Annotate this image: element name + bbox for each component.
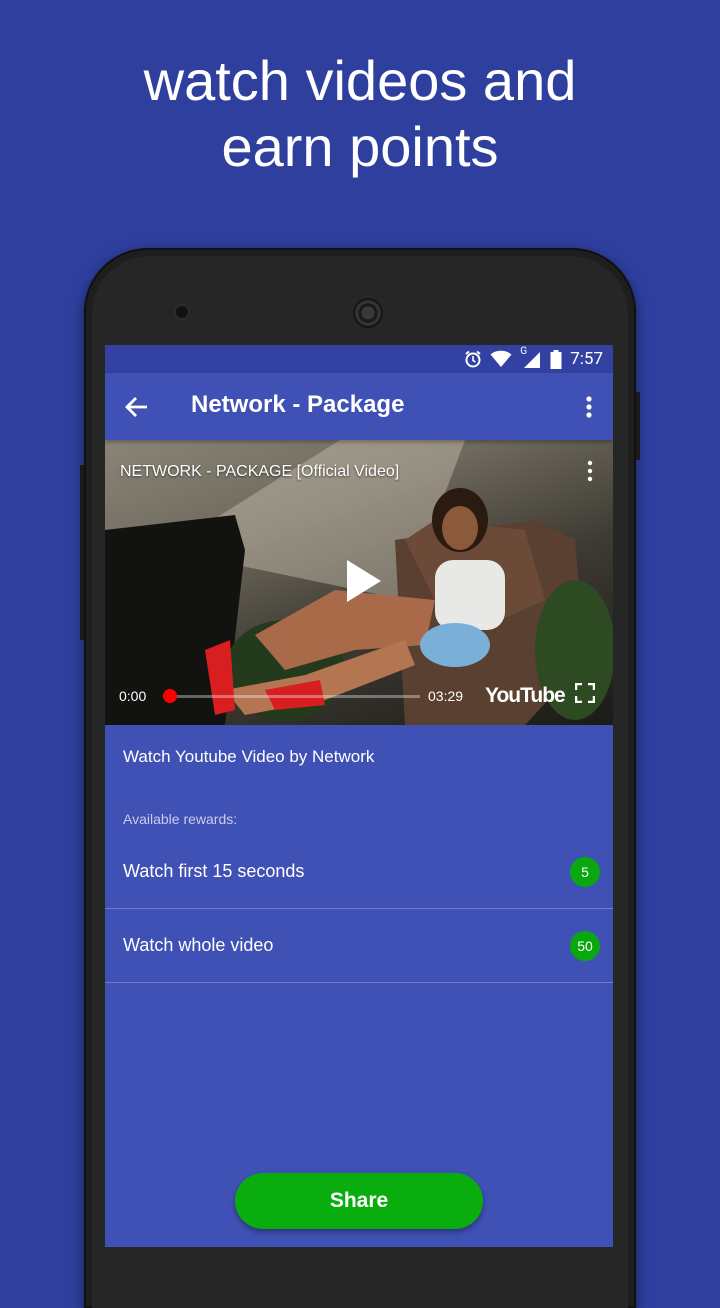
status-bar: G 7:57 [105, 345, 613, 373]
reward-label: Watch whole video [123, 935, 274, 955]
video-more-icon[interactable] [587, 460, 593, 482]
reward-row: Watch first 15 seconds 5 [105, 835, 613, 909]
video-current-time: 0:00 [119, 688, 147, 704]
page-title: Network - Package [191, 391, 405, 418]
front-camera [176, 306, 188, 318]
signal-icon: G [520, 346, 542, 368]
video-progress-knob[interactable] [163, 689, 177, 703]
rewards-heading: Available rewards: [123, 811, 238, 827]
phone-side-button-left [80, 465, 84, 640]
reward-points-badge: 50 [570, 931, 600, 961]
arrow-back-icon[interactable] [123, 393, 151, 421]
video-duration: 03:29 [428, 688, 464, 704]
reward-label: Watch first 15 seconds [123, 861, 305, 881]
fullscreen-icon[interactable] [575, 683, 595, 703]
more-vert-icon[interactable] [585, 395, 593, 419]
reward-row: Watch whole video 50 [105, 909, 613, 983]
share-button[interactable]: Share [235, 1173, 483, 1229]
app-toolbar: Network - Package [105, 373, 613, 440]
status-time: 7:57 [570, 349, 603, 369]
headline-line-1: watch videos and [143, 49, 577, 112]
headline-line-2: earn points [221, 115, 499, 178]
video-description: Watch Youtube Video by Network [123, 747, 375, 766]
earpiece-speaker [353, 298, 383, 328]
wifi-icon [490, 350, 512, 367]
phone-side-button-right [636, 392, 640, 460]
youtube-logo[interactable]: YouTube [485, 684, 566, 708]
play-icon[interactable] [343, 558, 383, 604]
video-title: NETWORK - PACKAGE [Official Video] [120, 463, 400, 480]
alarm-icon [465, 350, 481, 368]
video-player[interactable]: NETWORK - PACKAGE [Official Video] 0:00 … [105, 440, 613, 725]
battery-icon [550, 349, 562, 369]
video-progress-track[interactable] [165, 695, 420, 698]
reward-points-badge: 5 [570, 857, 600, 887]
app-screen: G 7:57 Network - Package NETWORK - PACKA… [105, 345, 613, 1247]
promo-headline: watch videos and earn points [0, 48, 720, 180]
